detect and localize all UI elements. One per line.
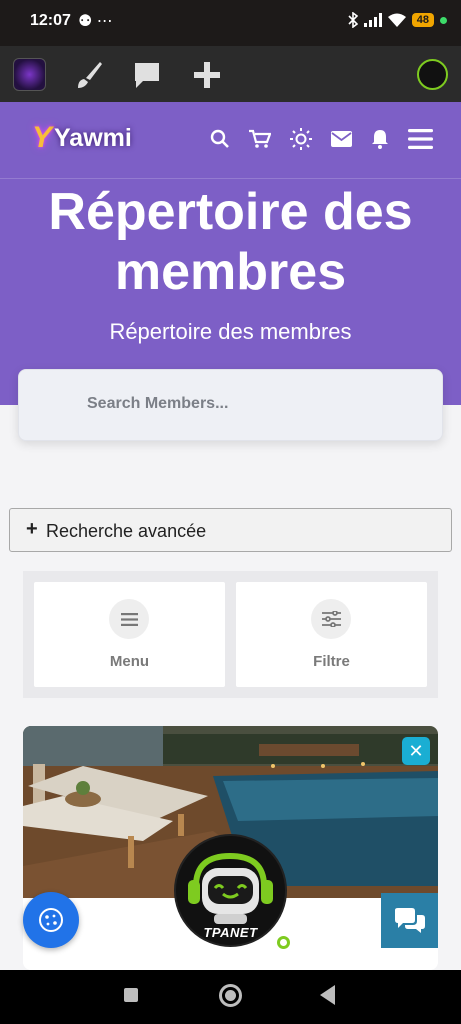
menu-tile-label: Menu [109, 653, 150, 670]
sliders-icon [311, 599, 351, 639]
status-bar: 12:07 ⚉ ⋯ 48 [0, 0, 461, 46]
member-search-input[interactable] [87, 395, 417, 413]
site-logo[interactable]: Y Yawmi [32, 121, 132, 155]
advanced-search-toggle[interactable]: + Recherche avancée [9, 508, 452, 552]
chatbot-avatar[interactable]: TPANET [174, 834, 287, 947]
page-title: Répertoire des membres [48, 183, 413, 301]
chatbot-brand-label: TPANET [203, 925, 258, 940]
hamburger-icon [109, 599, 149, 639]
cookie-icon [39, 908, 63, 932]
search-icon[interactable] [210, 129, 230, 149]
signal-icon [363, 13, 382, 27]
directory-actions-panel: Menu Filtre [23, 571, 438, 698]
user-avatar[interactable] [417, 59, 448, 90]
filter-tile-label: Filtre [313, 653, 350, 670]
chat-button[interactable] [381, 893, 438, 948]
header-divider [0, 178, 461, 179]
filter-tile[interactable]: Filtre [236, 582, 427, 687]
site-header: Y Yawmi Répertoire des membres Répertoir… [0, 102, 461, 405]
system-navigation-bar [0, 970, 461, 1024]
chatbot-status-indicator [277, 936, 290, 949]
cart-icon[interactable] [249, 129, 271, 149]
battery-level: 48 [411, 13, 434, 27]
status-right-icons: 48 [348, 12, 447, 28]
chat-bubbles-icon [394, 907, 425, 933]
privacy-indicator-dot [440, 16, 447, 24]
home-button[interactable] [219, 984, 242, 1007]
logo-text: Yawmi [54, 123, 132, 152]
app-toolbar [0, 46, 461, 102]
plus-icon[interactable] [190, 58, 224, 92]
comment-icon[interactable] [130, 58, 164, 92]
envelope-icon[interactable] [331, 131, 352, 147]
bell-icon[interactable] [371, 129, 389, 149]
brush-icon[interactable] [72, 58, 106, 92]
hamburger-menu-icon[interactable] [408, 129, 433, 149]
back-button[interactable] [320, 985, 335, 1005]
sun-icon[interactable] [290, 128, 312, 150]
wifi-icon [387, 13, 406, 27]
status-time: 12:07 [30, 12, 71, 29]
bluetooth-icon [348, 12, 358, 28]
advanced-search-label: Recherche avancée [46, 521, 207, 541]
robot-icon [188, 852, 273, 924]
member-search-box [18, 369, 443, 441]
app-logo-icon[interactable] [13, 58, 46, 91]
page-subtitle: Répertoire des membres [109, 319, 352, 344]
recents-button[interactable] [124, 988, 138, 1002]
cookie-settings-button[interactable] [23, 892, 79, 948]
status-notification-icons: ⚉ ⋯ [78, 13, 113, 30]
plus-icon: + [26, 518, 38, 540]
header-nav-icons [210, 128, 433, 150]
logo-initial: Y [32, 121, 53, 154]
menu-tile[interactable]: Menu [34, 582, 225, 687]
close-icon[interactable]: ✕ [402, 737, 430, 765]
